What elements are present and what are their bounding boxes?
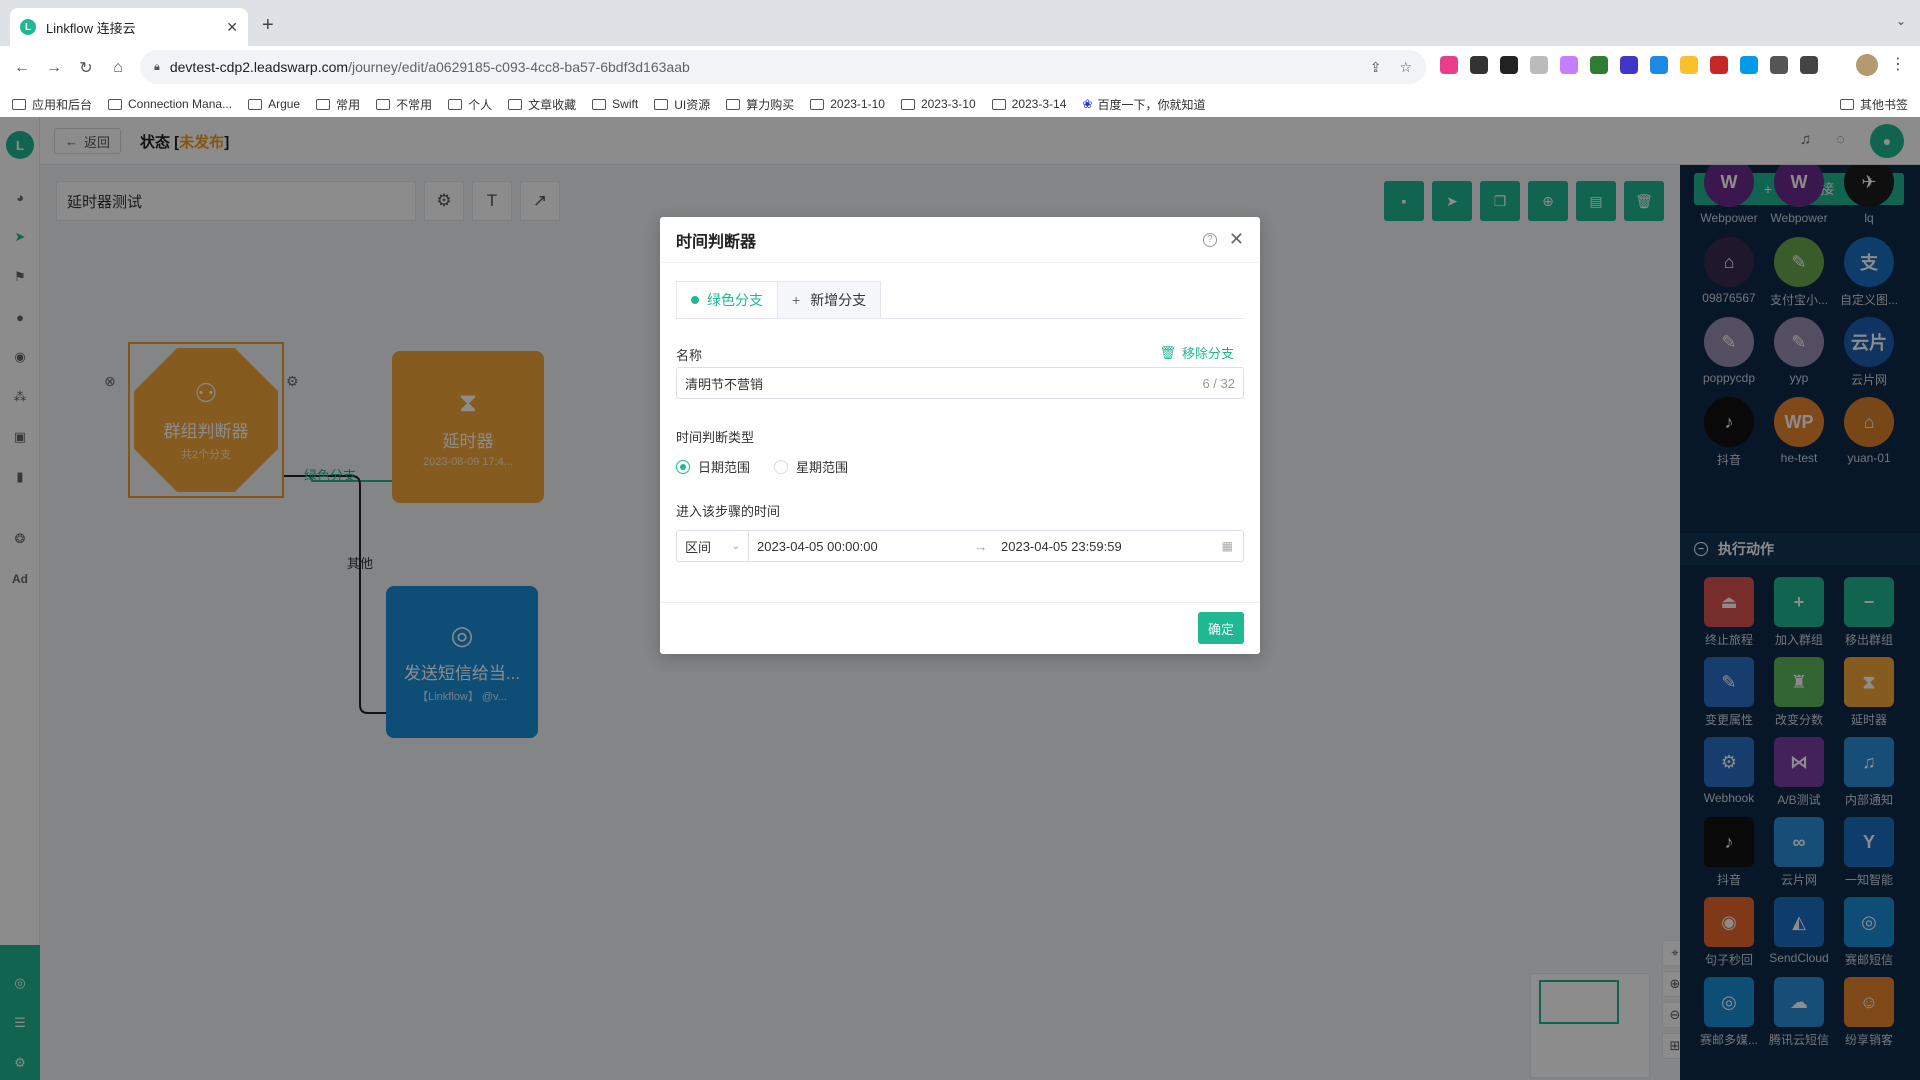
modal-footer: 确定 xyxy=(660,602,1260,654)
reload-icon[interactable]: ↻ xyxy=(72,54,100,82)
browser-toolbar: ← → ↻ ⌂ 🔒︎ devtest-cdp2.leadswarp.com/jo… xyxy=(0,46,1920,126)
address-bar[interactable]: 🔒︎ devtest-cdp2.leadswarp.com/journey/ed… xyxy=(140,50,1426,84)
bookmarks-bar: 应用和后台 Connection Mana... Argue 常用 不常用 个人… xyxy=(0,87,1920,121)
bookmark-star-icon[interactable]: ☆ xyxy=(1399,59,1412,76)
bookmark-item[interactable]: 文章收藏 xyxy=(508,96,576,113)
green-dot-icon xyxy=(691,296,699,304)
other-bookmarks[interactable]: 其他书签 xyxy=(1839,96,1908,113)
close-icon[interactable]: ✕ xyxy=(1229,229,1244,250)
tab-green-branch[interactable]: 绿色分支 xyxy=(676,281,778,319)
radio-checked-icon xyxy=(676,459,690,474)
bookmark-item[interactable]: 2023-1-10 xyxy=(810,97,885,111)
bookmark-item[interactable]: Argue xyxy=(248,97,300,111)
puzzle-icon[interactable] xyxy=(1770,56,1788,74)
bookmark-item[interactable]: 不常用 xyxy=(376,96,432,113)
close-tab-icon[interactable]: ✕ xyxy=(226,19,238,36)
share-icon[interactable]: ⇪ xyxy=(1370,59,1382,76)
extension-icon[interactable] xyxy=(1500,56,1518,74)
home-icon[interactable]: ⌂ xyxy=(104,54,132,82)
extension-icon[interactable] xyxy=(1740,56,1758,74)
bookmark-item[interactable]: 常用 xyxy=(316,96,360,113)
lock-icon: 🔒︎ xyxy=(154,60,160,73)
browser-tab[interactable]: L Linkflow 连接云 ✕ xyxy=(10,8,248,46)
chevron-down-icon: ⌄ xyxy=(731,540,740,552)
bookmark-item[interactable]: UI资源 xyxy=(654,96,710,113)
bookmark-item[interactable]: 2023-3-10 xyxy=(900,97,976,111)
browser-tab-bar: L Linkflow 连接云 ✕ + ⌄ xyxy=(0,0,1920,46)
extensions-bar xyxy=(1440,56,1818,74)
bookmark-item[interactable]: ❀ 百度一下，你就知道 xyxy=(1082,96,1205,113)
bookmark-item[interactable]: 应用和后台 xyxy=(12,96,92,113)
new-tab-icon[interactable]: + xyxy=(262,14,274,37)
folder-icon xyxy=(508,98,523,110)
tab-search-chevron-icon[interactable]: ⌄ xyxy=(1896,14,1906,28)
extension-icon[interactable] xyxy=(1560,56,1578,74)
extension-icon[interactable] xyxy=(1440,56,1458,74)
start-date-input[interactable]: 2023-04-05 00:00:00 xyxy=(749,539,969,554)
bookmark-item[interactable]: Swift xyxy=(592,97,638,111)
radio-date-range[interactable]: 日期范围 xyxy=(676,457,750,476)
name-label: 名称 xyxy=(676,348,703,363)
url-text: devtest-cdp2.leadswarp.com/journey/edit/… xyxy=(169,59,690,75)
linkflow-favicon-icon: L xyxy=(20,19,36,35)
extension-icon[interactable] xyxy=(1470,56,1488,74)
end-date-input[interactable]: 2023-04-05 23:59:59 xyxy=(993,539,1213,554)
help-icon[interactable]: ? xyxy=(1202,232,1217,247)
tab-title: Linkflow 连接云 xyxy=(46,20,136,36)
type-label: 时间判断类型 xyxy=(676,430,755,445)
time-judge-modal: 时间判断器 ? ✕ 绿色分支 + 新增分支 名称 🗑︎ 移除分支 清明节不营销 6 … xyxy=(660,217,1260,654)
folder-icon xyxy=(654,98,669,110)
radio-week-range[interactable]: 星期范围 xyxy=(774,457,848,476)
baidu-paw-icon: ❀ xyxy=(1082,97,1093,111)
folder-icon xyxy=(248,98,263,110)
folder-icon xyxy=(448,98,463,110)
branch-name-input[interactable]: 清明节不营销 6 / 32 xyxy=(676,367,1244,399)
forward-arrow-icon[interactable]: → xyxy=(40,54,68,82)
back-arrow-icon[interactable]: ← xyxy=(8,54,36,82)
folder-icon xyxy=(376,98,391,110)
trash-icon: 🗑︎ xyxy=(1159,344,1176,360)
modal-header: 时间判断器 ? ✕ xyxy=(660,217,1260,263)
profile-avatar[interactable] xyxy=(1856,54,1878,76)
tabs-divider xyxy=(676,318,1244,319)
bookmark-item[interactable]: 个人 xyxy=(448,96,492,113)
bookmark-item[interactable]: Connection Mana... xyxy=(108,97,232,111)
folder-icon xyxy=(810,98,825,110)
folder-icon xyxy=(1839,99,1854,110)
extension-icon[interactable] xyxy=(1710,56,1728,74)
tab-add-branch[interactable]: + 新增分支 xyxy=(778,281,882,319)
extension-icon[interactable] xyxy=(1620,56,1638,74)
folder-icon xyxy=(316,98,331,110)
confirm-button[interactable]: 确定 xyxy=(1197,612,1244,644)
folder-icon xyxy=(900,98,915,110)
extension-icon[interactable] xyxy=(1680,56,1698,74)
folder-icon xyxy=(991,98,1006,110)
date-range-picker: 区间 ⌄ 2023-04-05 00:00:00 → 2023-04-05 23:… xyxy=(676,530,1244,562)
bookmark-item[interactable]: 算力购买 xyxy=(726,96,794,113)
radio-unchecked-icon xyxy=(774,459,789,474)
calendar-icon[interactable]: ▦ xyxy=(1222,539,1233,553)
more-menu-icon[interactable]: ⋮ xyxy=(1890,54,1906,74)
extension-icon[interactable] xyxy=(1590,56,1608,74)
folder-icon xyxy=(726,98,741,110)
folder-icon xyxy=(108,98,123,110)
branch-tabs: 绿色分支 + 新增分支 xyxy=(676,281,882,319)
type-radio-group: 日期范围 星期范围 xyxy=(676,457,848,476)
char-count: 6 / 32 xyxy=(1202,375,1235,391)
plus-icon: + xyxy=(792,292,801,308)
extension-icon[interactable] xyxy=(1530,56,1548,74)
sidepanel-icon[interactable] xyxy=(1800,56,1818,74)
modal-title: 时间判断器 xyxy=(676,233,757,251)
remove-branch-button[interactable]: 🗑︎ 移除分支 xyxy=(1159,343,1234,362)
extension-icon[interactable] xyxy=(1650,56,1668,74)
folder-icon xyxy=(592,98,607,110)
folder-icon xyxy=(12,98,26,110)
bookmark-item[interactable]: 2023-3-14 xyxy=(991,97,1066,111)
range-arrow-icon: → xyxy=(974,538,988,554)
enter-time-label: 进入该步骤的时间 xyxy=(676,504,781,519)
range-type-select[interactable]: 区间 ⌄ xyxy=(677,531,749,561)
